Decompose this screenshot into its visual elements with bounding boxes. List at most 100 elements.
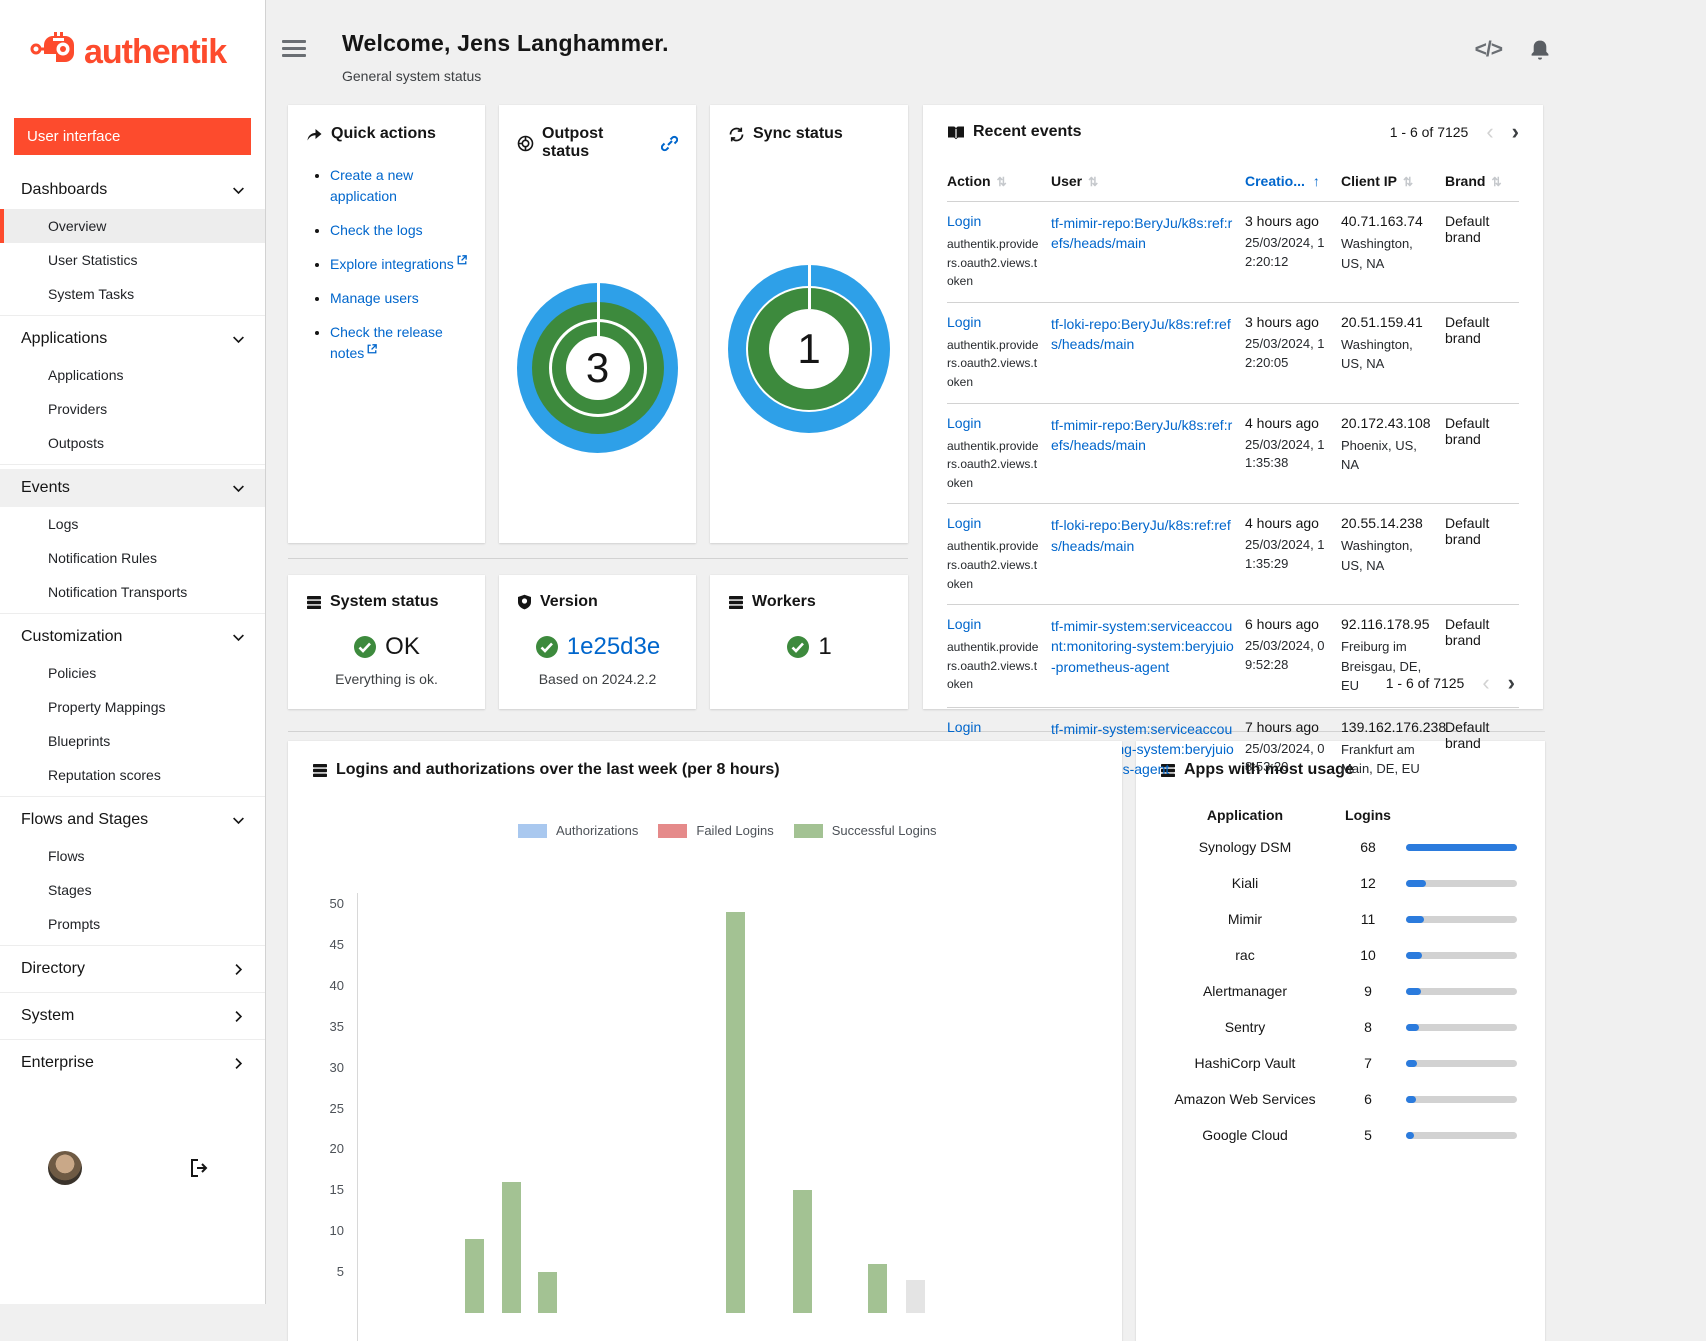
sidebar-item-blueprints[interactable]: Blueprints [0, 724, 265, 758]
sidebar-section-label: Customization [21, 628, 122, 646]
events-column-creatio[interactable]: Creatio...↑ [1245, 167, 1341, 202]
sidebar-item-logs[interactable]: Logs [0, 507, 265, 541]
sidebar-section-header-directory[interactable]: Directory [0, 950, 265, 988]
apps-application-name: Synology DSM [1160, 836, 1330, 859]
sidebar-item-prompts[interactable]: Prompts [0, 907, 265, 941]
outpost-status-title: Outpost status [542, 125, 639, 161]
user-interface-button[interactable]: User interface [14, 118, 251, 155]
event-action-link[interactable]: Login [947, 314, 981, 330]
apps-usage-row: Kiali12 [1160, 865, 1521, 901]
event-action-link[interactable]: Login [947, 415, 981, 431]
sidebar-item-system-tasks[interactable]: System Tasks [0, 277, 265, 311]
pagination-prev-icon[interactable]: ‹ [1482, 676, 1489, 690]
apps-usage-card: Apps with most usage Application Logins … [1136, 741, 1545, 1341]
quick-action-link-explore-integrations[interactable]: Explore integrations [330, 256, 454, 272]
legend-swatch [518, 824, 547, 838]
sidebar-section-header-enterprise[interactable]: Enterprise [0, 1044, 265, 1082]
event-action-link[interactable]: Login [947, 213, 981, 229]
sort-icon[interactable]: ⇅ [1088, 175, 1098, 189]
apps-bar-cell [1406, 952, 1521, 959]
sidebar-item-policies[interactable]: Policies [0, 656, 265, 690]
event-user-link[interactable]: tf-loki-repo:BeryJu/k8s:ref:refs/heads/m… [1051, 515, 1235, 556]
table-row: Loginauthentik.providers.oauth2.views.to… [947, 202, 1519, 303]
event-user-link[interactable]: tf-mimir-repo:BeryJu/k8s:ref:refs/heads/… [1051, 213, 1235, 254]
sidebar-section-header-applications[interactable]: Applications [0, 320, 265, 358]
events-column-brand[interactable]: Brand⇅ [1445, 167, 1519, 202]
sync-status-donut: 1 [728, 265, 890, 433]
quick-action-link-check-the-release-notes[interactable]: Check the release notes [330, 324, 443, 361]
event-action-link[interactable]: Login [947, 719, 981, 735]
sidebar-section-header-system[interactable]: System [0, 997, 265, 1035]
version-description: Based on 2024.2.2 [517, 671, 678, 687]
sidebar-item-providers[interactable]: Providers [0, 392, 265, 426]
event-client-ip: 40.71.163.74 [1341, 213, 1435, 229]
hamburger-menu-icon[interactable] [282, 30, 306, 57]
event-created-absolute: 25/03/2024, 09:52:28 [1245, 637, 1331, 675]
sort-icon[interactable]: ⇅ [1403, 175, 1413, 189]
sidebar-item-stages[interactable]: Stages [0, 873, 265, 907]
apps-login-count: 12 [1330, 875, 1406, 891]
outpost-link-icon[interactable] [661, 135, 678, 152]
sidebar: authentik User interface DashboardsOverv… [0, 0, 266, 1304]
sidebar-section-header-events[interactable]: Events [0, 469, 265, 507]
sidebar-section-enterprise: Enterprise [0, 1039, 265, 1086]
event-action-cell: Login authentik.providers.oauth2.views.to… [947, 403, 1051, 504]
event-action-link[interactable]: Login [947, 616, 981, 632]
quick-action-link-manage-users[interactable]: Manage users [330, 290, 419, 306]
chevron-down-icon [232, 184, 245, 197]
user-avatar[interactable] [48, 1151, 82, 1185]
sort-icon[interactable]: ⇅ [1491, 175, 1501, 189]
y-tick-label: 40 [298, 978, 344, 993]
sidebar-section-header-customization[interactable]: Customization [0, 618, 265, 656]
sidebar-item-overview[interactable]: Overview [0, 209, 265, 243]
version-value-link[interactable]: 1e25d3e [567, 633, 660, 661]
sidebar-item-outposts[interactable]: Outposts [0, 426, 265, 460]
events-column-action[interactable]: Action⇅ [947, 167, 1051, 202]
apps-usage-bar-fill [1406, 1132, 1414, 1139]
share-arrow-icon [306, 127, 323, 142]
sidebar-item-flows[interactable]: Flows [0, 839, 265, 873]
system-status-description: Everything is ok. [306, 671, 467, 687]
event-user-link[interactable]: tf-loki-repo:BeryJu/k8s:ref:refs/heads/m… [1051, 314, 1235, 355]
sidebar-item-notification-transports[interactable]: Notification Transports [0, 575, 265, 609]
events-column-user[interactable]: User⇅ [1051, 167, 1245, 202]
api-code-icon[interactable]: </> [1475, 38, 1502, 62]
sidebar-item-property-mappings[interactable]: Property Mappings [0, 690, 265, 724]
notifications-bell-icon[interactable] [1530, 39, 1550, 61]
sidebar-item-notification-rules[interactable]: Notification Rules [0, 541, 265, 575]
sidebar-section-label: Flows and Stages [21, 811, 148, 829]
event-user-link[interactable]: tf-mimir-system:serviceaccount:monitorin… [1051, 616, 1235, 677]
event-action-link[interactable]: Login [947, 515, 981, 531]
pagination-next-icon[interactable]: › [1512, 125, 1519, 139]
sidebar-section-header-dashboards[interactable]: Dashboards [0, 171, 265, 209]
shield-icon [517, 594, 532, 610]
sidebar-section-header-flows-and-stages[interactable]: Flows and Stages [0, 801, 265, 839]
quick-action-link-create-a-new-application[interactable]: Create a new application [330, 167, 413, 204]
version-title: Version [540, 593, 598, 611]
authentik-logo[interactable]: authentik [0, 0, 265, 104]
sort-asc-icon[interactable]: ↑ [1313, 173, 1320, 189]
pagination-next-icon[interactable]: › [1508, 676, 1515, 690]
event-user-link[interactable]: tf-mimir-repo:BeryJu/k8s:ref:refs/heads/… [1051, 415, 1235, 456]
quick-action-item: Create a new application [330, 165, 467, 207]
pagination-prev-icon[interactable]: ‹ [1486, 125, 1493, 139]
sidebar-section-system: System [0, 992, 265, 1039]
sidebar-item-user-statistics[interactable]: User Statistics [0, 243, 265, 277]
quick-action-link-check-the-logs[interactable]: Check the logs [330, 222, 423, 238]
event-user-cell: tf-mimir-repo:BeryJu/k8s:ref:refs/heads/… [1051, 403, 1245, 504]
event-created-cell: 4 hours ago25/03/2024, 11:35:29 [1245, 504, 1341, 605]
sort-icon[interactable]: ⇅ [997, 175, 1007, 189]
events-column-client-ip[interactable]: Client IP⇅ [1341, 167, 1445, 202]
apps-bar-cell [1406, 880, 1521, 887]
sidebar-item-reputation-scores[interactable]: Reputation scores [0, 758, 265, 792]
event-brand-cell: Default brand [1445, 707, 1519, 807]
main-area: Welcome, Jens Langhammer. General system… [266, 0, 1706, 1304]
donut-segment-gap [808, 265, 811, 309]
event-client-location: Frankfurt am Main, DE, EU [1341, 740, 1435, 779]
event-user-cell: tf-mimir-repo:BeryJu/k8s:ref:refs/heads/… [1051, 202, 1245, 303]
sidebar-item-applications[interactable]: Applications [0, 358, 265, 392]
event-action-app: authentik.providers.oauth2.views.token [947, 437, 1041, 493]
event-action-app: authentik.providers.oauth2.views.token [947, 638, 1041, 694]
apps-login-count: 10 [1330, 947, 1406, 963]
sign-out-icon[interactable] [190, 1159, 210, 1177]
